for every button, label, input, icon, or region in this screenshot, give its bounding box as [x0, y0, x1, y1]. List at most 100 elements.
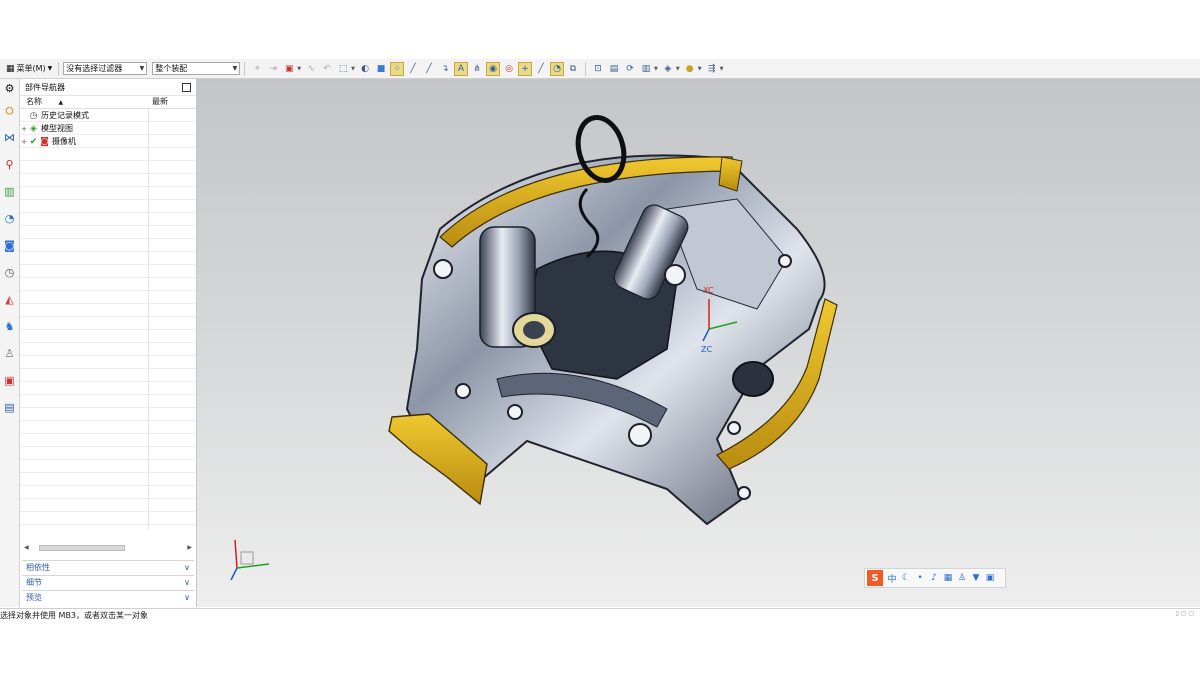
column-latest[interactable]: 最新 — [146, 96, 196, 108]
horizontal-scrollbar[interactable]: ◀ ▶ — [24, 543, 192, 552]
select-all-icon[interactable]: ⌖ — [250, 62, 264, 76]
triad-y-axis — [236, 563, 270, 569]
part-navigator-panel: 部件导航器 名称 ▲ 最新 ◷ 历史记录模式 + ◈ 模型视图 + ✔ ◙ 摄像… — [20, 79, 197, 607]
part-navigator-icon[interactable]: ⛭ — [0, 97, 19, 124]
clock-icon[interactable]: ◷ — [0, 259, 19, 286]
chevron-down-icon[interactable]: ▼ — [297, 66, 301, 72]
bounded-grid-icon[interactable]: ⧉ — [566, 62, 580, 76]
scroll-left-icon[interactable]: ◀ — [24, 544, 29, 551]
model-views-icon: ◈ — [30, 123, 37, 134]
chevron-down-icon: ∨ — [184, 593, 190, 602]
point-on-curve-icon[interactable]: ╱ — [534, 62, 548, 76]
reuse-library-icon[interactable]: ▥ — [0, 178, 19, 205]
assembly-scope-dropdown[interactable]: 整个装配 ▼ — [152, 62, 241, 75]
skin-icon[interactable]: ▼ — [969, 573, 983, 583]
triad-cube — [240, 551, 254, 565]
tangent-icon[interactable]: ⋔ — [470, 62, 484, 76]
section-dependencies[interactable]: 相依性 ∨ — [22, 560, 194, 574]
orient-view-icon[interactable]: ◈ — [661, 62, 675, 76]
keyboard-icon[interactable]: ▦ — [941, 573, 955, 583]
line-endpoint-icon[interactable]: ╱ — [406, 62, 420, 76]
cube-icon[interactable]: ■ — [374, 62, 388, 76]
midpoint-icon[interactable]: ╱ — [422, 62, 436, 76]
expand-icon[interactable]: + — [20, 125, 28, 133]
render-style-icon[interactable]: ● — [683, 62, 697, 76]
selection-filter-dropdown[interactable]: 没有选择过滤器 ▼ — [63, 62, 148, 75]
undo-select-icon[interactable]: ↶ — [320, 62, 334, 76]
tree-item-history-mode[interactable]: ◷ 历史记录模式 — [20, 109, 196, 122]
view-triad[interactable] — [223, 534, 283, 584]
visibility-icon[interactable]: ⇶ — [705, 62, 719, 76]
existing-point-icon[interactable]: + — [518, 61, 533, 76]
display-icon[interactable]: ▤ — [0, 394, 19, 421]
web-browser-icon[interactable]: ◔ — [0, 205, 19, 232]
point-on-face-icon[interactable]: ◔ — [550, 61, 565, 76]
chevron-down-icon[interactable]: ▼ — [720, 66, 724, 72]
chevron-down-icon: ▼ — [139, 65, 145, 72]
checkmark-icon: ✔ — [29, 136, 38, 147]
palette-icon[interactable]: ◭ — [0, 286, 19, 313]
section-preview[interactable]: 预览 ∨ — [22, 590, 194, 604]
menu-icon: ▦ — [6, 63, 15, 74]
rectangle-select-icon[interactable]: ⬚ — [336, 62, 350, 76]
section-label: 相依性 — [26, 563, 50, 572]
zoom-icon[interactable]: ▤ — [607, 62, 621, 76]
scroll-thumb[interactable] — [38, 544, 125, 551]
constraint-navigator-icon[interactable]: ⚲ — [0, 151, 19, 178]
camera-icon: ◙ — [40, 136, 49, 147]
wcs-z-label: ZC — [701, 345, 712, 354]
process-studio-icon[interactable]: ♞ — [0, 313, 19, 340]
chevron-down-icon[interactable]: ▼ — [351, 66, 355, 72]
resource-bar: ⚙ ⛭ ⋈ ⚲ ▥ ◔ ◙ ◷ ◭ ♞ ♙ ▣ ▤ — [0, 79, 20, 607]
chevron-down-icon[interactable]: ▼ — [698, 66, 702, 72]
menu-button[interactable]: ▦ 菜单(M) ▼ — [4, 60, 54, 77]
tree-item-label: 历史记录模式 — [41, 111, 89, 120]
clock-icon: ◷ — [29, 110, 38, 121]
arc-center-icon[interactable]: ◉ — [486, 61, 501, 76]
timing-cover-model[interactable]: XC ZC — [197, 79, 1200, 607]
toolbar-separator — [585, 61, 587, 76]
ime-mode[interactable]: 中 — [885, 572, 899, 585]
expand-icon[interactable]: + — [20, 138, 28, 146]
moon-icon[interactable]: ☾ — [899, 573, 913, 583]
status-prompt: 选择对象并使用 MB3，或者双击某一对象 — [0, 611, 149, 619]
tree-item-cameras[interactable]: + ✔ ◙ 摄像机 — [20, 135, 196, 148]
solid-body-icon[interactable]: ◐ — [358, 62, 372, 76]
curve-icon[interactable]: ↴ — [438, 62, 452, 76]
microphone-icon[interactable]: ♪ — [927, 573, 941, 583]
punctuation-icon[interactable]: • — [913, 573, 927, 583]
ime-toolbar[interactable]: S 中 ☾ • ♪ ▦ ♙ ▼ ▣ — [864, 568, 1006, 588]
system-materials-icon[interactable]: ▣ — [0, 367, 19, 394]
column-name[interactable]: 名称 ▲ — [20, 96, 146, 108]
scroll-track[interactable] — [33, 544, 184, 551]
chevron-down-icon[interactable]: ▼ — [676, 66, 680, 72]
sogou-logo-icon[interactable]: S — [867, 570, 883, 586]
tree-item-label: 模型视图 — [41, 124, 73, 133]
section-details[interactable]: 细节 ∨ — [22, 575, 194, 589]
intersection-icon[interactable]: A — [454, 61, 469, 76]
lasso-icon[interactable]: ∿ — [304, 62, 318, 76]
user-icon[interactable]: ♙ — [955, 573, 969, 583]
pan-icon[interactable]: ▥ — [639, 62, 653, 76]
graphics-window[interactable]: XC ZC S 中 ☾ • ♪ ▦ ♙ ▼ ▣ — [197, 79, 1200, 607]
bearing-bore-inner — [523, 321, 545, 339]
tree-item-model-views[interactable]: + ◈ 模型视图 — [20, 122, 196, 135]
toolbox-icon[interactable]: ▣ — [983, 573, 997, 583]
main-toolbar: ▦ 菜单(M) ▼ 没有选择过滤器 ▼ 整个装配 ▼ ⌖ ⇥ ▣ ▼ ∿ ↶ ⬚… — [0, 59, 1200, 79]
fit-view-icon[interactable]: ⊡ — [591, 62, 605, 76]
assembly-navigator-icon[interactable]: ⋈ — [0, 124, 19, 151]
history-icon[interactable]: ◙ — [0, 232, 19, 259]
quadrant-point-icon[interactable]: ◎ — [502, 62, 516, 76]
select-region-icon[interactable]: ▣ — [282, 62, 296, 76]
toolbar-separator — [244, 61, 246, 76]
snap-point-icon[interactable]: ⁘ — [390, 61, 405, 76]
rotate-icon[interactable]: ⟳ — [623, 62, 637, 76]
roles-icon[interactable]: ♙ — [0, 340, 19, 367]
deselect-icon[interactable]: ⇥ — [266, 62, 280, 76]
gear-icon[interactable]: ⚙ — [0, 79, 19, 97]
section-label: 预览 — [26, 593, 42, 602]
chevron-down-icon: ▼ — [47, 65, 53, 72]
scroll-right-icon[interactable]: ▶ — [187, 544, 192, 551]
chevron-down-icon[interactable]: ▼ — [654, 66, 658, 72]
maximize-icon[interactable] — [182, 82, 191, 92]
